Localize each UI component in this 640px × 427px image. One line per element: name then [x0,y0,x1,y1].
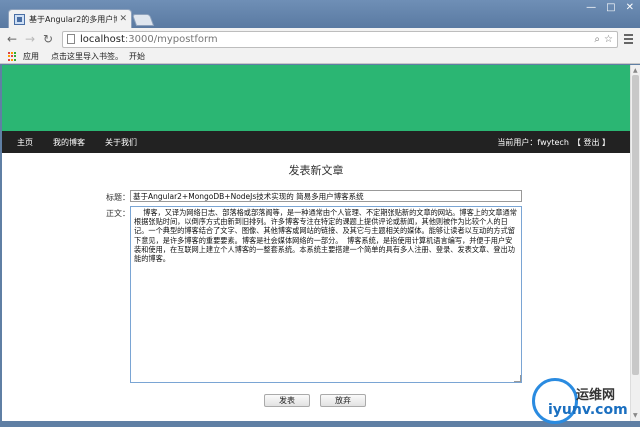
site-navbar: 主页 我的博客 关于我们 当前用户：fwytech 【 登出 】 [2,131,630,153]
browser-tab[interactable]: 基于Angular2的多用户博 ✕ [8,9,132,28]
tab-title: 基于Angular2的多用户博 [29,14,118,24]
browser-toolbar: ← → ↻ localhost:3000/mypostform ⌕ ☆ [0,28,640,50]
bookmark-import-hint[interactable]: 点击这里导入书签。 [51,51,123,62]
body-label: 正文： [106,209,130,218]
search-icon[interactable]: ⌕ [594,34,600,45]
nav-about[interactable]: 关于我们 [105,137,137,148]
resize-grip-icon[interactable] [514,375,521,382]
new-tab-button[interactable] [131,14,155,26]
bookmark-start[interactable]: 开始 [129,51,145,62]
page-title: 发表新文章 [288,164,344,177]
reload-icon[interactable]: ↻ [40,31,56,47]
menu-icon[interactable] [620,31,636,47]
bookmark-star-icon[interactable]: ☆ [604,34,613,45]
cancel-button[interactable]: 放弃 [320,394,366,407]
scroll-thumb[interactable] [632,75,639,375]
hero-banner [2,65,630,131]
window-bottom-frame [0,421,640,427]
page-scrollbar[interactable]: ▲ ▼ [630,65,640,421]
window-controls: — □ ✕ [586,2,634,13]
current-user: 当前用户：fwytech [497,137,569,147]
apps-icon[interactable] [8,52,17,61]
body-textarea[interactable]: 博客，又译为网络日志、部落格或部落阁等，是一种通常由个人管理、不定期张贴新的文章… [130,206,522,383]
tab-strip: 基于Angular2的多用户博 ✕ — □ ✕ [0,0,640,28]
url-path: :3000/mypostform [124,33,218,45]
close-tab-icon[interactable]: ✕ [119,14,127,24]
title-label: 标题： [106,193,130,202]
page-icon [67,34,75,44]
nav-home[interactable]: 主页 [17,137,33,148]
scroll-up-icon[interactable]: ▲ [633,67,638,74]
page-viewport: 主页 我的博客 关于我们 当前用户：fwytech 【 登出 】 发表新文章 标… [2,65,630,421]
back-icon[interactable]: ← [4,31,20,47]
maximize-icon[interactable]: □ [606,2,615,13]
nav-my-blog[interactable]: 我的博客 [53,137,85,148]
page-favicon-icon [14,13,25,25]
close-window-icon[interactable]: ✕ [626,2,634,13]
submit-button[interactable]: 发表 [264,394,310,407]
scroll-down-icon[interactable]: ▼ [633,412,638,419]
forward-icon[interactable]: → [22,31,38,47]
address-bar[interactable]: localhost:3000/mypostform ⌕ ☆ [62,30,618,48]
title-input[interactable] [130,190,522,202]
bookmarks-bar: 应用 点击这里导入书签。 开始 [0,50,640,64]
minimize-icon[interactable]: — [586,2,596,13]
bookmark-apps[interactable]: 应用 [23,51,39,62]
logout-link[interactable]: 【 登出 】 [573,137,610,148]
url-host: localhost [80,33,125,45]
